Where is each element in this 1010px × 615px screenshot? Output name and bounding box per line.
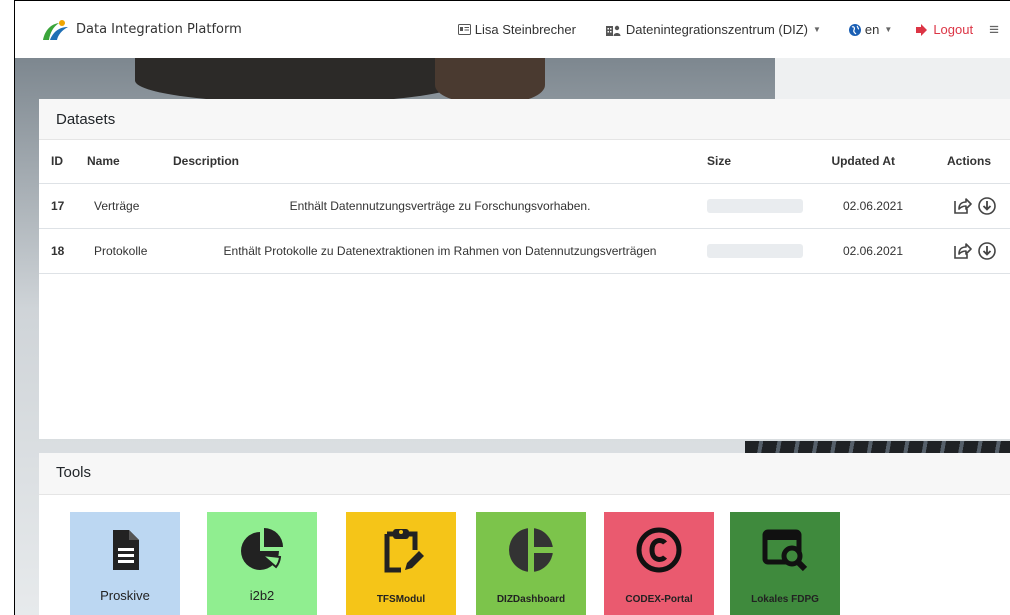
- background-shape: [775, 58, 1010, 103]
- tool-label: CODEX-Portal: [625, 594, 693, 605]
- row-size: [707, 183, 827, 229]
- organization-dropdown[interactable]: Datenintegrationszentrum (DIZ) ▼: [605, 22, 821, 37]
- size-placeholder-bar: [707, 198, 803, 213]
- share-icon[interactable]: [952, 196, 972, 216]
- column-header-id[interactable]: ID: [39, 140, 87, 184]
- download-icon[interactable]: [977, 196, 997, 216]
- tool-label: Lokales FDPG: [751, 594, 819, 605]
- sign-out-icon: [916, 23, 928, 36]
- tools-card-title: Tools: [39, 453, 1010, 495]
- tools-card: Tools Proskive i2b2 TFSModul DIZDashboar…: [39, 453, 1010, 615]
- column-header-updated-at[interactable]: Updated At: [827, 140, 939, 184]
- column-header-actions: Actions: [939, 140, 1010, 184]
- building-users-icon: [605, 25, 621, 36]
- dashboard-icon: [509, 526, 555, 574]
- column-header-name[interactable]: Name: [87, 140, 173, 184]
- tool-label: TFSModul: [376, 594, 426, 605]
- clipboard-pen-icon: [384, 529, 424, 573]
- copyright-icon: [636, 527, 682, 573]
- hamburger-menu-icon[interactable]: ≡: [989, 20, 999, 40]
- document-icon: [113, 530, 139, 570]
- row-id: 18: [39, 228, 87, 274]
- table-row[interactable]: 18 Protokolle Enthält Protokolle zu Date…: [39, 228, 1010, 274]
- tool-label: i2b2: [249, 588, 275, 603]
- tool-tile-i2b2[interactable]: i2b2: [207, 512, 317, 615]
- row-name: Verträge: [87, 183, 173, 229]
- table-header-row: ID Name Description Size Updated At Acti…: [39, 140, 1010, 184]
- row-actions: [939, 228, 1010, 274]
- caret-down-icon: ▼: [813, 25, 821, 34]
- table-row[interactable]: 17 Verträge Enthält Datennutzungsverträg…: [39, 183, 1010, 229]
- row-size: [707, 228, 827, 274]
- column-header-size[interactable]: Size: [707, 140, 827, 184]
- download-icon[interactable]: [977, 241, 997, 261]
- language-dropdown[interactable]: en ▼: [848, 22, 893, 37]
- row-name: Protokolle: [87, 228, 173, 274]
- tool-tile-lokales-fdpg[interactable]: Lokales FDPG: [730, 512, 840, 615]
- platform-logo-icon: [43, 19, 68, 40]
- tool-label: Proskive: [100, 588, 150, 603]
- datasets-table: ID Name Description Size Updated At Acti…: [39, 140, 1010, 274]
- tool-tile-codex-portal[interactable]: CODEX-Portal: [604, 512, 714, 615]
- search-window-icon: [762, 529, 808, 572]
- logout-link[interactable]: Logout: [916, 22, 973, 37]
- datasets-card: Datasets ID Name Description Size Update…: [39, 99, 1010, 439]
- column-header-description[interactable]: Description: [173, 140, 707, 184]
- row-description: Enthält Datennutzungsverträge zu Forschu…: [173, 183, 707, 229]
- brand-link[interactable]: Data Integration Platform: [41, 18, 242, 42]
- row-id: 17: [39, 183, 87, 229]
- share-icon[interactable]: [952, 241, 972, 261]
- row-description: Enthält Protokolle zu Datenextraktionen …: [173, 228, 707, 274]
- tool-tile-dizdashboard[interactable]: DIZDashboard: [476, 512, 586, 615]
- background-shape: [435, 58, 545, 103]
- pie-chart-icon: [241, 528, 283, 570]
- datasets-card-title: Datasets: [39, 99, 1010, 140]
- navbar-right: Lisa Steinbrecher Datenintegrationszentr…: [457, 1, 1010, 58]
- logout-label: Logout: [933, 22, 974, 37]
- row-updated-at: 02.06.2021: [827, 228, 939, 274]
- caret-down-icon: ▼: [884, 25, 893, 34]
- row-actions: [939, 183, 1010, 229]
- top-navbar: Data Integration Platform Lisa Steinbrec…: [15, 1, 1010, 58]
- id-card-icon: [457, 24, 471, 35]
- user-menu[interactable]: Lisa Steinbrecher: [457, 22, 576, 37]
- tool-tile-proskive[interactable]: Proskive: [70, 512, 180, 615]
- organization-name: Datenintegrationszentrum (DIZ): [625, 22, 808, 37]
- app-frame: Data Integration Platform Lisa Steinbrec…: [14, 0, 1010, 615]
- tool-tile-tfsmodul[interactable]: TFSModul: [346, 512, 456, 615]
- row-updated-at: 02.06.2021: [827, 183, 939, 229]
- background-shape: [135, 58, 465, 103]
- size-placeholder-bar: [707, 243, 803, 258]
- user-name: Lisa Steinbrecher: [474, 22, 576, 37]
- brand-title: Data Integration Platform: [76, 22, 242, 37]
- globe-icon: [848, 23, 861, 36]
- tool-label: DIZDashboard: [496, 594, 566, 605]
- language-label: en: [864, 22, 880, 37]
